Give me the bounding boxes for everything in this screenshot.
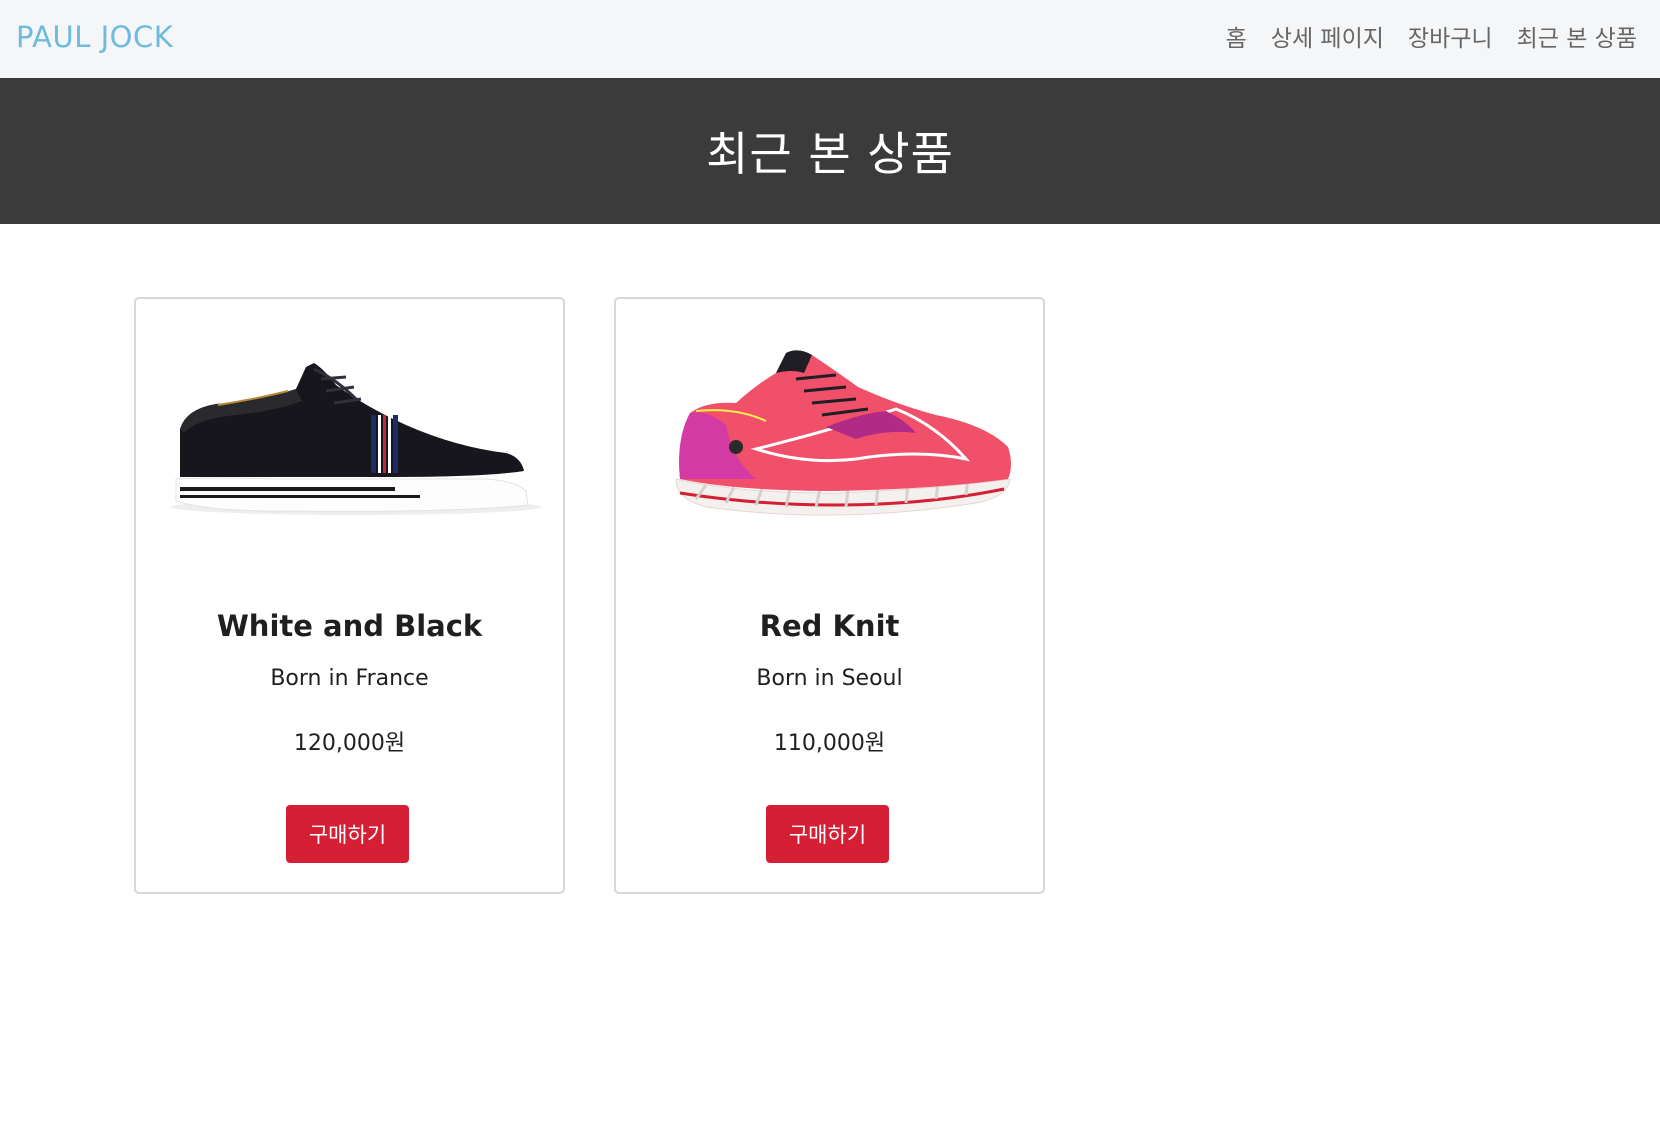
- brand-logo[interactable]: PAUL JOCK: [16, 20, 173, 54]
- nav-link-home[interactable]: 홈: [1226, 19, 1247, 53]
- black-sneaker-image: [156, 329, 547, 569]
- hero-banner: 최근 본 상품: [0, 78, 1660, 224]
- buy-button[interactable]: 구매하기: [766, 805, 889, 863]
- navbar: PAUL JOCK 홈 상세 페이지 장바구니 최근 본 상품: [0, 0, 1660, 78]
- product-price: 120,000원: [293, 731, 406, 756]
- product-name: White and Black: [216, 609, 483, 643]
- nav-links: 홈 상세 페이지 장바구니 최근 본 상품: [1226, 19, 1637, 53]
- nav-link-recent[interactable]: 최근 본 상품: [1517, 19, 1637, 53]
- product-name: Red Knit: [759, 609, 900, 643]
- product-price: 110,000원: [773, 731, 886, 756]
- product-card: Red Knit Born in Seoul 110,000원 구매하기: [614, 297, 1045, 894]
- product-origin: Born in Seoul: [756, 666, 903, 691]
- product-origin: Born in France: [270, 666, 429, 691]
- buy-button[interactable]: 구매하기: [286, 805, 409, 863]
- nav-link-cart[interactable]: 장바구니: [1408, 19, 1493, 53]
- nav-link-detail[interactable]: 상세 페이지: [1271, 19, 1384, 53]
- product-card: White and Black Born in France 120,000원 …: [134, 297, 565, 894]
- red-running-shoe-image: [636, 329, 1027, 569]
- page-title: 최근 본 상품: [706, 127, 954, 181]
